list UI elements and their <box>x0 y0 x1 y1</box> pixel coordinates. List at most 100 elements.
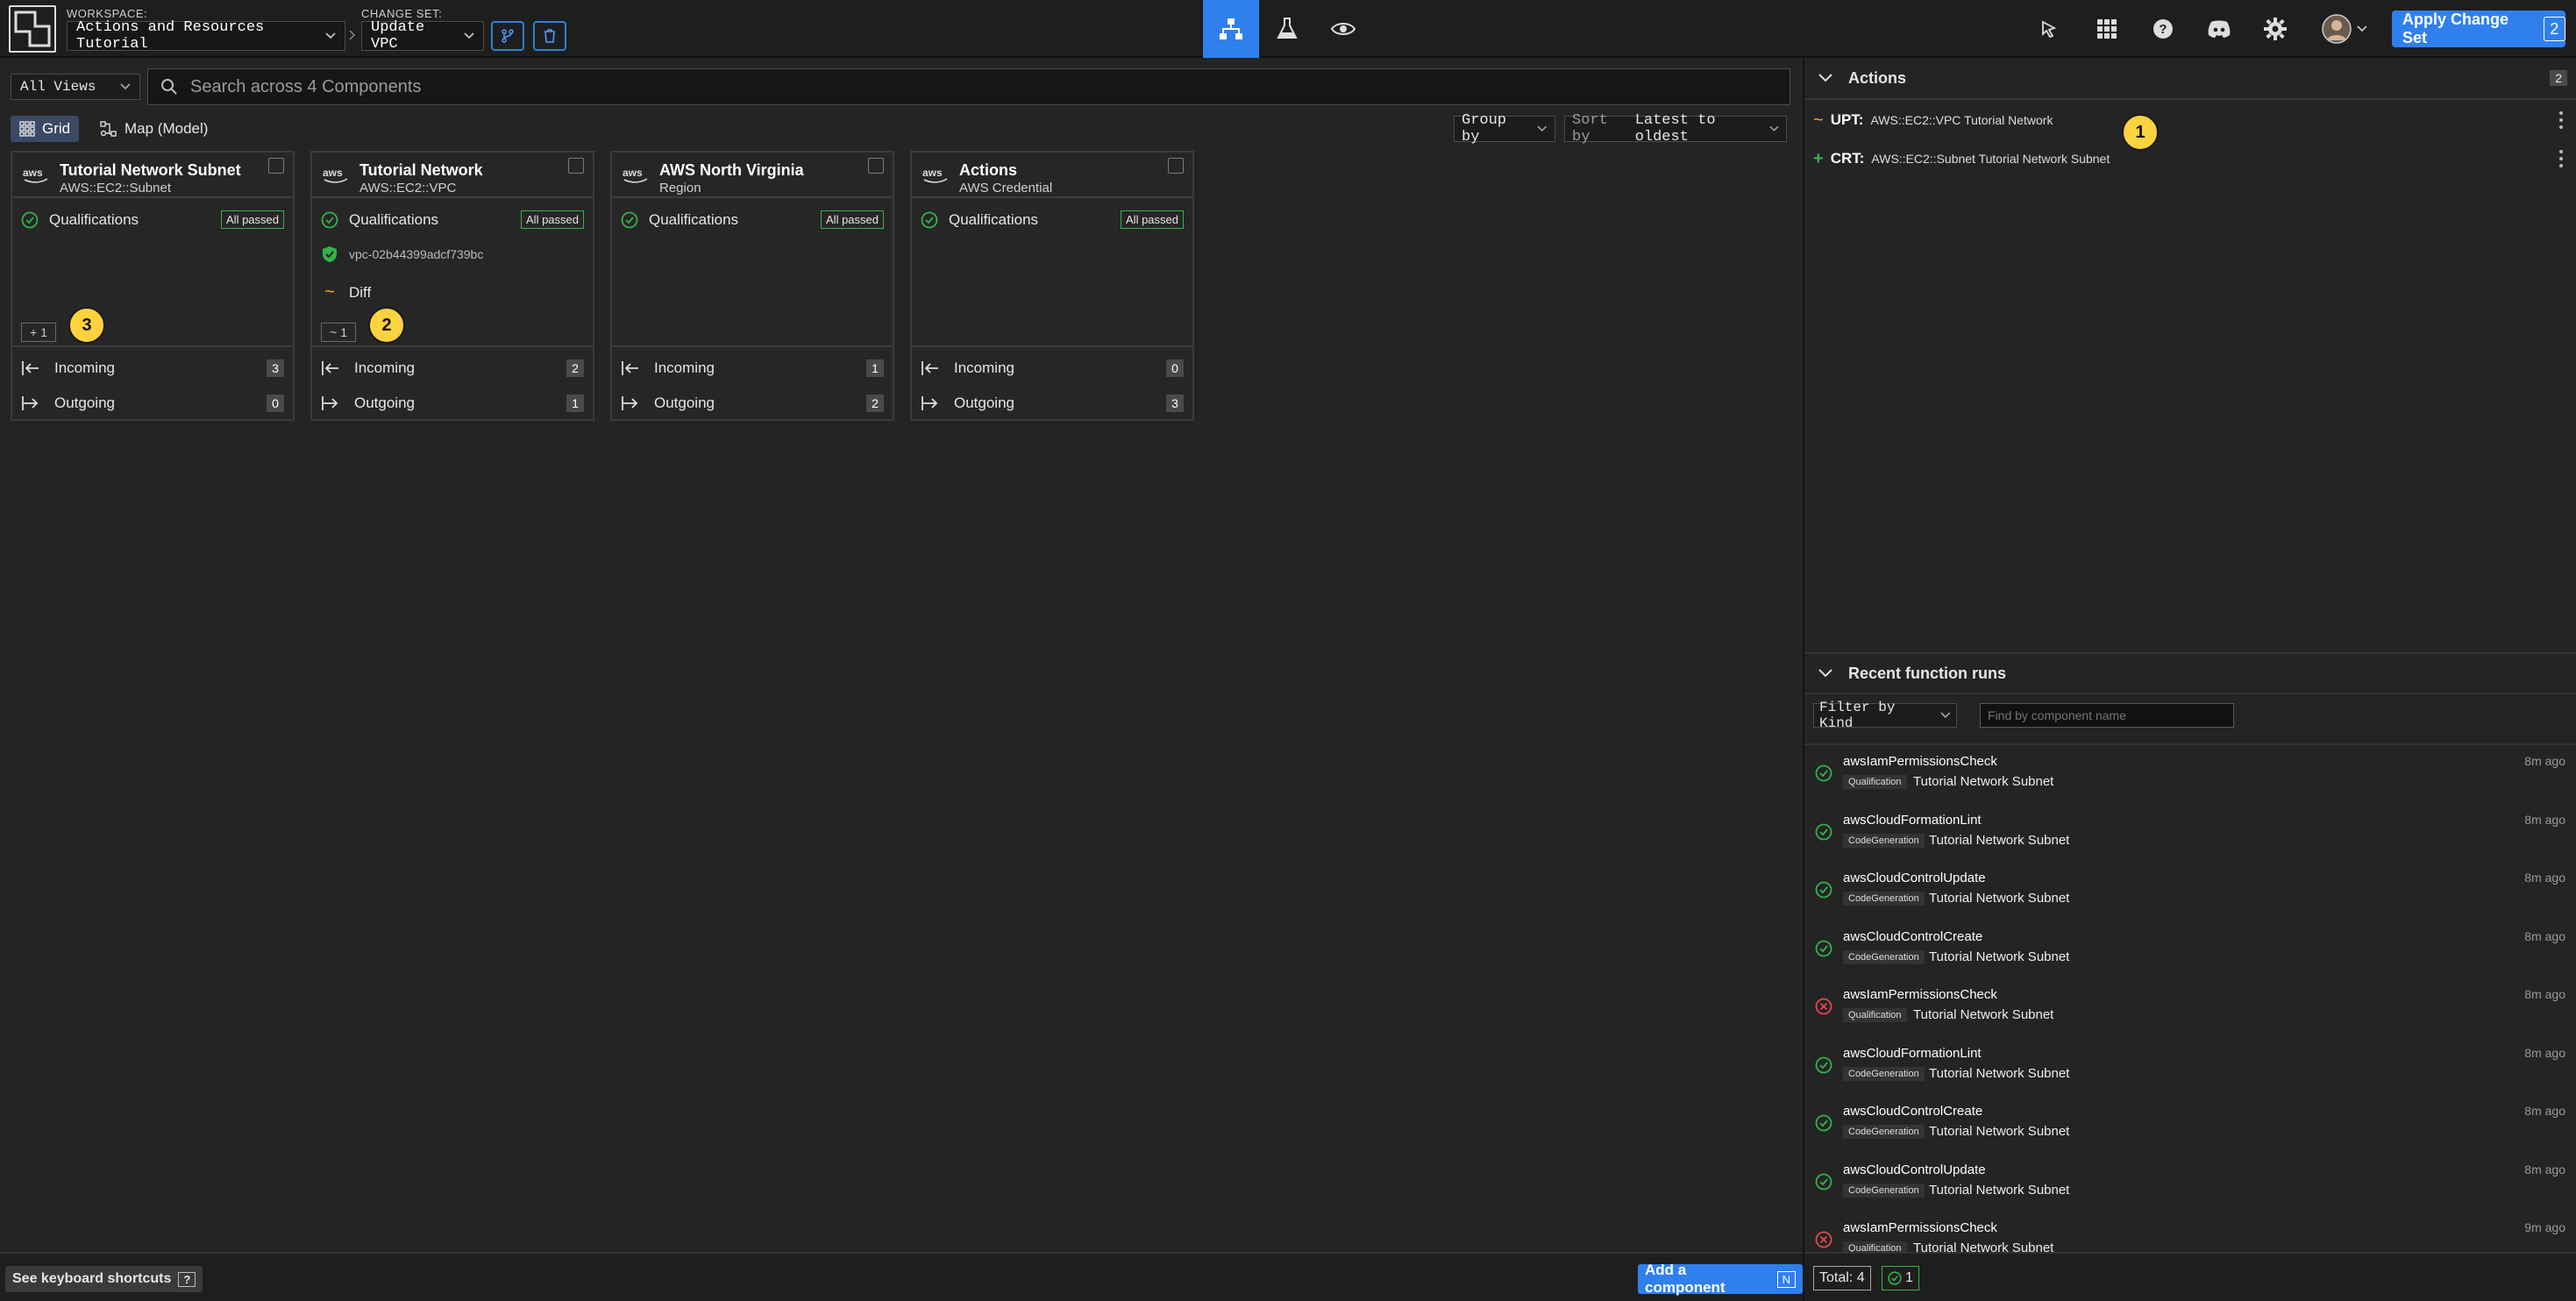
component-name-filter-input[interactable] <box>1980 703 2234 728</box>
diff-row[interactable]: ~ Diff <box>321 282 584 302</box>
kebab-menu-icon[interactable] <box>2558 110 2564 131</box>
shield-check-icon <box>323 246 337 262</box>
function-run-row[interactable]: awsCloudControlUpdate CodeGeneration Tutor… <box>1804 1154 2576 1212</box>
status-badge: All passed <box>1121 210 1184 229</box>
component-name: Tutorial Network Subnet <box>1929 949 2070 964</box>
function-kind-badge: CodeGeneration <box>1843 892 1925 906</box>
card-select-checkbox[interactable] <box>568 158 584 174</box>
map-view-button[interactable]: Map (Model) <box>91 116 217 142</box>
discord-icon[interactable] <box>2204 14 2234 44</box>
incoming-row[interactable]: Incoming 3 <box>21 351 284 386</box>
outgoing-row[interactable]: Outgoing 1 <box>321 386 584 421</box>
incoming-row[interactable]: Incoming 1 <box>621 351 884 386</box>
actions-count: 2 <box>2550 70 2567 86</box>
outgoing-row[interactable]: Outgoing 0 <box>21 386 284 421</box>
cursor-icon[interactable] <box>2034 14 2064 44</box>
qualifications-row[interactable]: Qualifications All passed <box>921 210 1184 229</box>
function-run-row[interactable]: awsCloudControlCreate CodeGeneration Tutor… <box>1804 921 2576 978</box>
app-logo[interactable] <box>9 5 56 53</box>
incoming-arrow-icon <box>922 361 938 375</box>
card-select-checkbox[interactable] <box>1168 158 1184 174</box>
search-input[interactable]: Search across 4 Components <box>147 68 1790 105</box>
card-select-checkbox[interactable] <box>868 158 884 174</box>
qualifications-row[interactable]: Qualifications All passed <box>21 210 284 229</box>
function-kind-badge: CodeGeneration <box>1843 1066 1925 1081</box>
grid-view-button[interactable]: Grid <box>11 116 80 142</box>
sort-select[interactable]: Sort by Latest to oldest <box>1564 112 1787 146</box>
svg-text:aws: aws <box>323 167 343 179</box>
svg-text:aws: aws <box>623 167 643 179</box>
incoming-label: Incoming <box>954 359 1014 376</box>
tab-view[interactable] <box>1315 0 1371 58</box>
status-badge: All passed <box>521 210 584 229</box>
kebab-menu-icon[interactable] <box>2558 148 2564 169</box>
function-run-row[interactable]: awsCloudControlCreate CodeGeneration Tutor… <box>1804 1095 2576 1153</box>
card-select-checkbox[interactable] <box>268 158 284 174</box>
recent-runs-header[interactable]: Recent function runs <box>1804 652 2576 694</box>
qualifications-row[interactable]: Qualifications All passed <box>621 210 884 229</box>
function-run-row[interactable]: awsIamPermissionsCheck Qualification Tutor… <box>1804 978 2576 1036</box>
plus-icon: + <box>30 325 38 339</box>
function-name: awsIamPermissionsCheck <box>1843 987 1997 1002</box>
card-title: Tutorial Network <box>359 161 483 179</box>
svg-text:aws: aws <box>23 167 43 179</box>
views-select[interactable]: All Views <box>11 74 140 100</box>
actions-panel-header[interactable]: Actions 2 <box>1804 58 2576 100</box>
function-run-row[interactable]: awsIamPermissionsCheck Qualification Tutor… <box>1804 745 2576 803</box>
function-kind-badge: Qualification <box>1843 775 1907 789</box>
abandon-changeset-button[interactable] <box>533 21 566 51</box>
tab-model[interactable] <box>1203 0 1259 58</box>
outgoing-label: Outgoing <box>54 395 115 411</box>
x-circle-icon <box>1815 998 1832 1015</box>
outgoing-arrow-icon <box>622 396 638 410</box>
branch-button[interactable] <box>491 21 524 51</box>
outgoing-row[interactable]: Outgoing 3 <box>921 386 1184 421</box>
function-name: awsCloudControlUpdate <box>1843 871 1986 885</box>
keyboard-shortcuts-button[interactable]: See keyboard shortcuts ? <box>5 1266 203 1292</box>
aws-logo-icon: aws <box>323 167 348 183</box>
check-circle-icon <box>21 211 39 228</box>
chevron-down-icon <box>1537 125 1548 132</box>
check-circle-icon <box>1815 823 1832 841</box>
workspace-value: Actions and Resources Tutorial <box>76 19 265 53</box>
incoming-count: 2 <box>566 359 584 377</box>
add-component-button[interactable]: Add a component N <box>1638 1262 1803 1296</box>
check-circle-icon <box>1815 764 1832 782</box>
action-item[interactable]: + CRT: AWS::EC2::Subnet Tutorial Network… <box>1813 146 2567 172</box>
update-count: 1 <box>340 325 347 339</box>
apply-changeset-button[interactable]: Apply Change Set 2 <box>2392 11 2565 47</box>
sort-value: Latest to oldest <box>1634 112 1716 146</box>
function-run-row[interactable]: awsCloudFormationLint CodeGeneration Tutor… <box>1804 1037 2576 1095</box>
component-name: Tutorial Network Subnet <box>1913 1007 2054 1022</box>
gear-icon[interactable] <box>2260 14 2290 44</box>
component-card[interactable]: aws AWS North Virginia Region Qualificat… <box>610 151 894 421</box>
tilde-icon: ~ <box>330 325 338 339</box>
tab-customize[interactable] <box>1259 0 1315 58</box>
function-run-row[interactable]: awsCloudControlUpdate CodeGeneration Tutor… <box>1804 862 2576 920</box>
incoming-row[interactable]: Incoming 0 <box>921 351 1184 386</box>
chevron-down-icon <box>1940 712 1951 719</box>
filter-kind-select[interactable]: Filter by Kind <box>1813 700 1957 731</box>
shortcuts-label: See keyboard shortcuts <box>12 1271 172 1286</box>
function-run-row[interactable]: awsCloudFormationLint CodeGeneration Tutor… <box>1804 804 2576 862</box>
qualifications-row[interactable]: Qualifications All passed <box>321 210 584 229</box>
component-card[interactable]: aws Actions AWS Credential Qualification… <box>910 151 1194 421</box>
action-description: AWS::EC2::VPC Tutorial Network <box>1870 113 2053 127</box>
changeset-select[interactable]: Update VPC <box>361 19 484 53</box>
component-card[interactable]: aws Tutorial Network Subnet AWS::EC2::Su… <box>11 151 295 421</box>
incoming-row[interactable]: Incoming 2 <box>321 351 584 386</box>
beaker-icon <box>1277 18 1298 39</box>
workspace-select[interactable]: Actions and Resources Tutorial <box>67 19 345 53</box>
diff-label: Diff <box>349 283 372 301</box>
group-by-select[interactable]: Group by <box>1454 112 1555 146</box>
component-card[interactable]: aws Tutorial Network AWS::EC2::VPC Quali… <box>310 151 594 421</box>
function-name: awsIamPermissionsCheck <box>1843 1220 1997 1235</box>
apps-grid-icon[interactable] <box>2092 14 2122 44</box>
apply-label: Apply Change Set <box>2402 11 2509 46</box>
resource-id: vpc-02b44399adcf739bc <box>349 247 484 261</box>
help-icon[interactable]: ? <box>2148 14 2178 44</box>
outgoing-row[interactable]: Outgoing 2 <box>621 386 884 421</box>
action-item[interactable]: ~ UPT: AWS::EC2::VPC Tutorial Network <box>1813 107 2567 133</box>
user-menu[interactable] <box>2318 14 2371 44</box>
outgoing-label: Outgoing <box>354 395 415 411</box>
